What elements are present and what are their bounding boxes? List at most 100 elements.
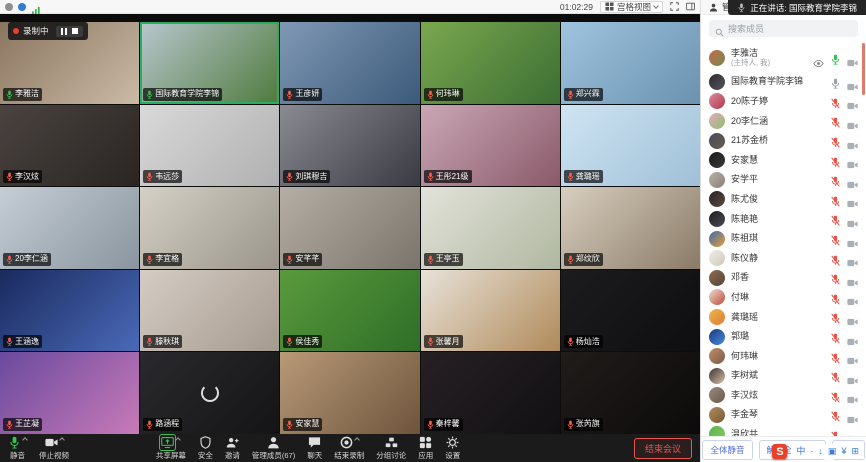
stop-video-button[interactable]: 停止视频 (39, 436, 69, 461)
participant-row[interactable]: 温欣共 (701, 425, 866, 436)
participant-row[interactable]: 李汉炫 (701, 386, 866, 406)
share-screen-button[interactable]: 共享屏幕 (156, 436, 186, 461)
participant-row[interactable]: 安家慧 (701, 150, 866, 170)
record-button[interactable]: 结束录制 (334, 436, 364, 461)
participant-row[interactable]: 陈尤俊 (701, 190, 866, 210)
participant-row[interactable]: 付琳 (701, 288, 866, 308)
participant-row[interactable]: 21苏金桥 (701, 131, 866, 151)
stop-recording-icon[interactable] (72, 28, 78, 34)
video-tile[interactable]: 20李仁涵 (0, 187, 139, 269)
ime-icon[interactable]: ⊞ (851, 445, 859, 458)
video-tile[interactable]: 韦远莎 (140, 105, 279, 187)
mic-icon[interactable] (831, 76, 840, 87)
video-tile[interactable]: 王亭玉 (421, 187, 560, 269)
camera-icon[interactable] (847, 352, 858, 360)
video-tile[interactable]: 李宜格 (140, 187, 279, 269)
video-tile[interactable]: 王涵逸 (0, 270, 139, 352)
video-tile[interactable]: 侯佳秀 (280, 270, 419, 352)
video-tile[interactable]: 刘琪穆吉 (280, 105, 419, 187)
mic-muted-icon[interactable] (831, 115, 840, 126)
video-tile[interactable]: 滕秋琪 (140, 270, 279, 352)
video-tile[interactable]: 王彦妍 (280, 22, 419, 104)
video-tile[interactable]: 何玮琳 (421, 22, 560, 104)
status-blue-icon[interactable] (18, 3, 26, 11)
camera-icon[interactable] (847, 391, 858, 399)
scrollbar-thumb[interactable] (862, 43, 865, 95)
participant-row[interactable]: 陈艳艳 (701, 209, 866, 229)
chat-button[interactable]: 聊天 (307, 436, 322, 461)
search-input[interactable] (728, 24, 852, 34)
participant-row[interactable]: 何玮琳 (701, 346, 866, 366)
participant-row[interactable]: 郭璐 (701, 327, 866, 347)
mic-muted-icon[interactable] (831, 233, 840, 244)
ime-icon[interactable]: ¥ (841, 445, 846, 458)
participant-row[interactable]: 李雅洁(主持人, 我) (701, 43, 866, 72)
participant-row[interactable]: 龚璐瑶 (701, 307, 866, 327)
fullscreen-icon[interactable] (670, 2, 679, 11)
camera-icon[interactable] (847, 333, 858, 341)
participant-row[interactable]: 李金琴 (701, 405, 866, 425)
camera-icon[interactable] (847, 274, 858, 282)
mic-muted-icon[interactable] (831, 429, 840, 436)
video-tile[interactable]: 龚璐瑶 (561, 105, 700, 187)
video-tile[interactable]: 国际教育学院李锦 (140, 22, 279, 104)
video-tile[interactable]: 张芮旗 (561, 352, 700, 434)
camera-icon[interactable] (847, 313, 858, 321)
ime-logo[interactable]: S (772, 444, 787, 459)
video-tile[interactable]: 安芊芊 (280, 187, 419, 269)
video-tile[interactable]: 郑兴霖 (561, 22, 700, 104)
layout-icon[interactable] (686, 2, 695, 11)
participant-row[interactable]: 国际教育学院李锦 (701, 72, 866, 92)
camera-icon[interactable] (847, 293, 858, 301)
video-tile[interactable]: 杨灿浩 (561, 270, 700, 352)
mic-muted-icon[interactable] (831, 253, 840, 264)
mic-muted-icon[interactable] (831, 96, 840, 107)
mic-muted-icon[interactable] (831, 135, 840, 146)
mic-muted-icon[interactable] (831, 213, 840, 224)
mic-muted-icon[interactable] (831, 174, 840, 185)
participant-row[interactable]: 陈仪静 (701, 248, 866, 268)
camera-icon[interactable] (847, 117, 858, 125)
invite-button[interactable]: 邀请 (225, 436, 240, 461)
video-tile[interactable]: 路涵程 (140, 352, 279, 434)
mute-button[interactable]: 静音 (8, 436, 27, 461)
camera-icon[interactable] (847, 235, 858, 243)
manage-participants-button[interactable]: 管理成员(67) (252, 436, 295, 461)
video-tile[interactable]: 李汉炫 (0, 105, 139, 187)
participant-row[interactable]: 安学平 (701, 170, 866, 190)
mic-muted-icon[interactable] (831, 351, 840, 362)
camera-icon[interactable] (847, 78, 858, 86)
breakout-rooms-button[interactable]: 分组讨论 (376, 436, 406, 461)
camera-icon[interactable] (847, 430, 858, 436)
participant-row[interactable]: 李树斌 (701, 366, 866, 386)
mic-muted-icon[interactable] (831, 272, 840, 283)
camera-icon[interactable] (847, 215, 858, 223)
mic-muted-icon[interactable] (831, 409, 840, 420)
ime-icon[interactable]: 中 (796, 445, 805, 458)
security-button[interactable]: 安全 (198, 436, 213, 461)
camera-icon[interactable] (847, 176, 858, 184)
camera-icon[interactable] (847, 411, 858, 419)
mic-icon[interactable] (831, 52, 840, 63)
camera-icon[interactable] (847, 156, 858, 164)
video-tile[interactable]: 秦梓馨 (421, 352, 560, 434)
mute-all-button[interactable]: 全体静音 (702, 440, 752, 460)
video-tile[interactable]: 王彤21级 (421, 105, 560, 187)
ime-icon[interactable]: · (810, 445, 813, 458)
apps-button[interactable]: 应用 (418, 436, 433, 461)
status-grey-icon[interactable] (5, 3, 13, 11)
participant-row[interactable]: 20李仁涵 (701, 111, 866, 131)
ime-icon[interactable]: ▣ (828, 445, 837, 458)
mic-muted-icon[interactable] (831, 370, 840, 381)
mic-muted-icon[interactable] (831, 155, 840, 166)
camera-icon[interactable] (847, 54, 858, 62)
video-tile[interactable]: 张馨月 (421, 270, 560, 352)
camera-icon[interactable] (847, 254, 858, 262)
mic-muted-icon[interactable] (831, 331, 840, 342)
participant-row[interactable]: 20陈子婷 (701, 92, 866, 112)
camera-icon[interactable] (847, 372, 858, 380)
participant-row[interactable]: 邓香 (701, 268, 866, 288)
mic-muted-icon[interactable] (831, 311, 840, 322)
mic-muted-icon[interactable] (831, 292, 840, 303)
participant-row[interactable]: 陈祖琪 (701, 229, 866, 249)
